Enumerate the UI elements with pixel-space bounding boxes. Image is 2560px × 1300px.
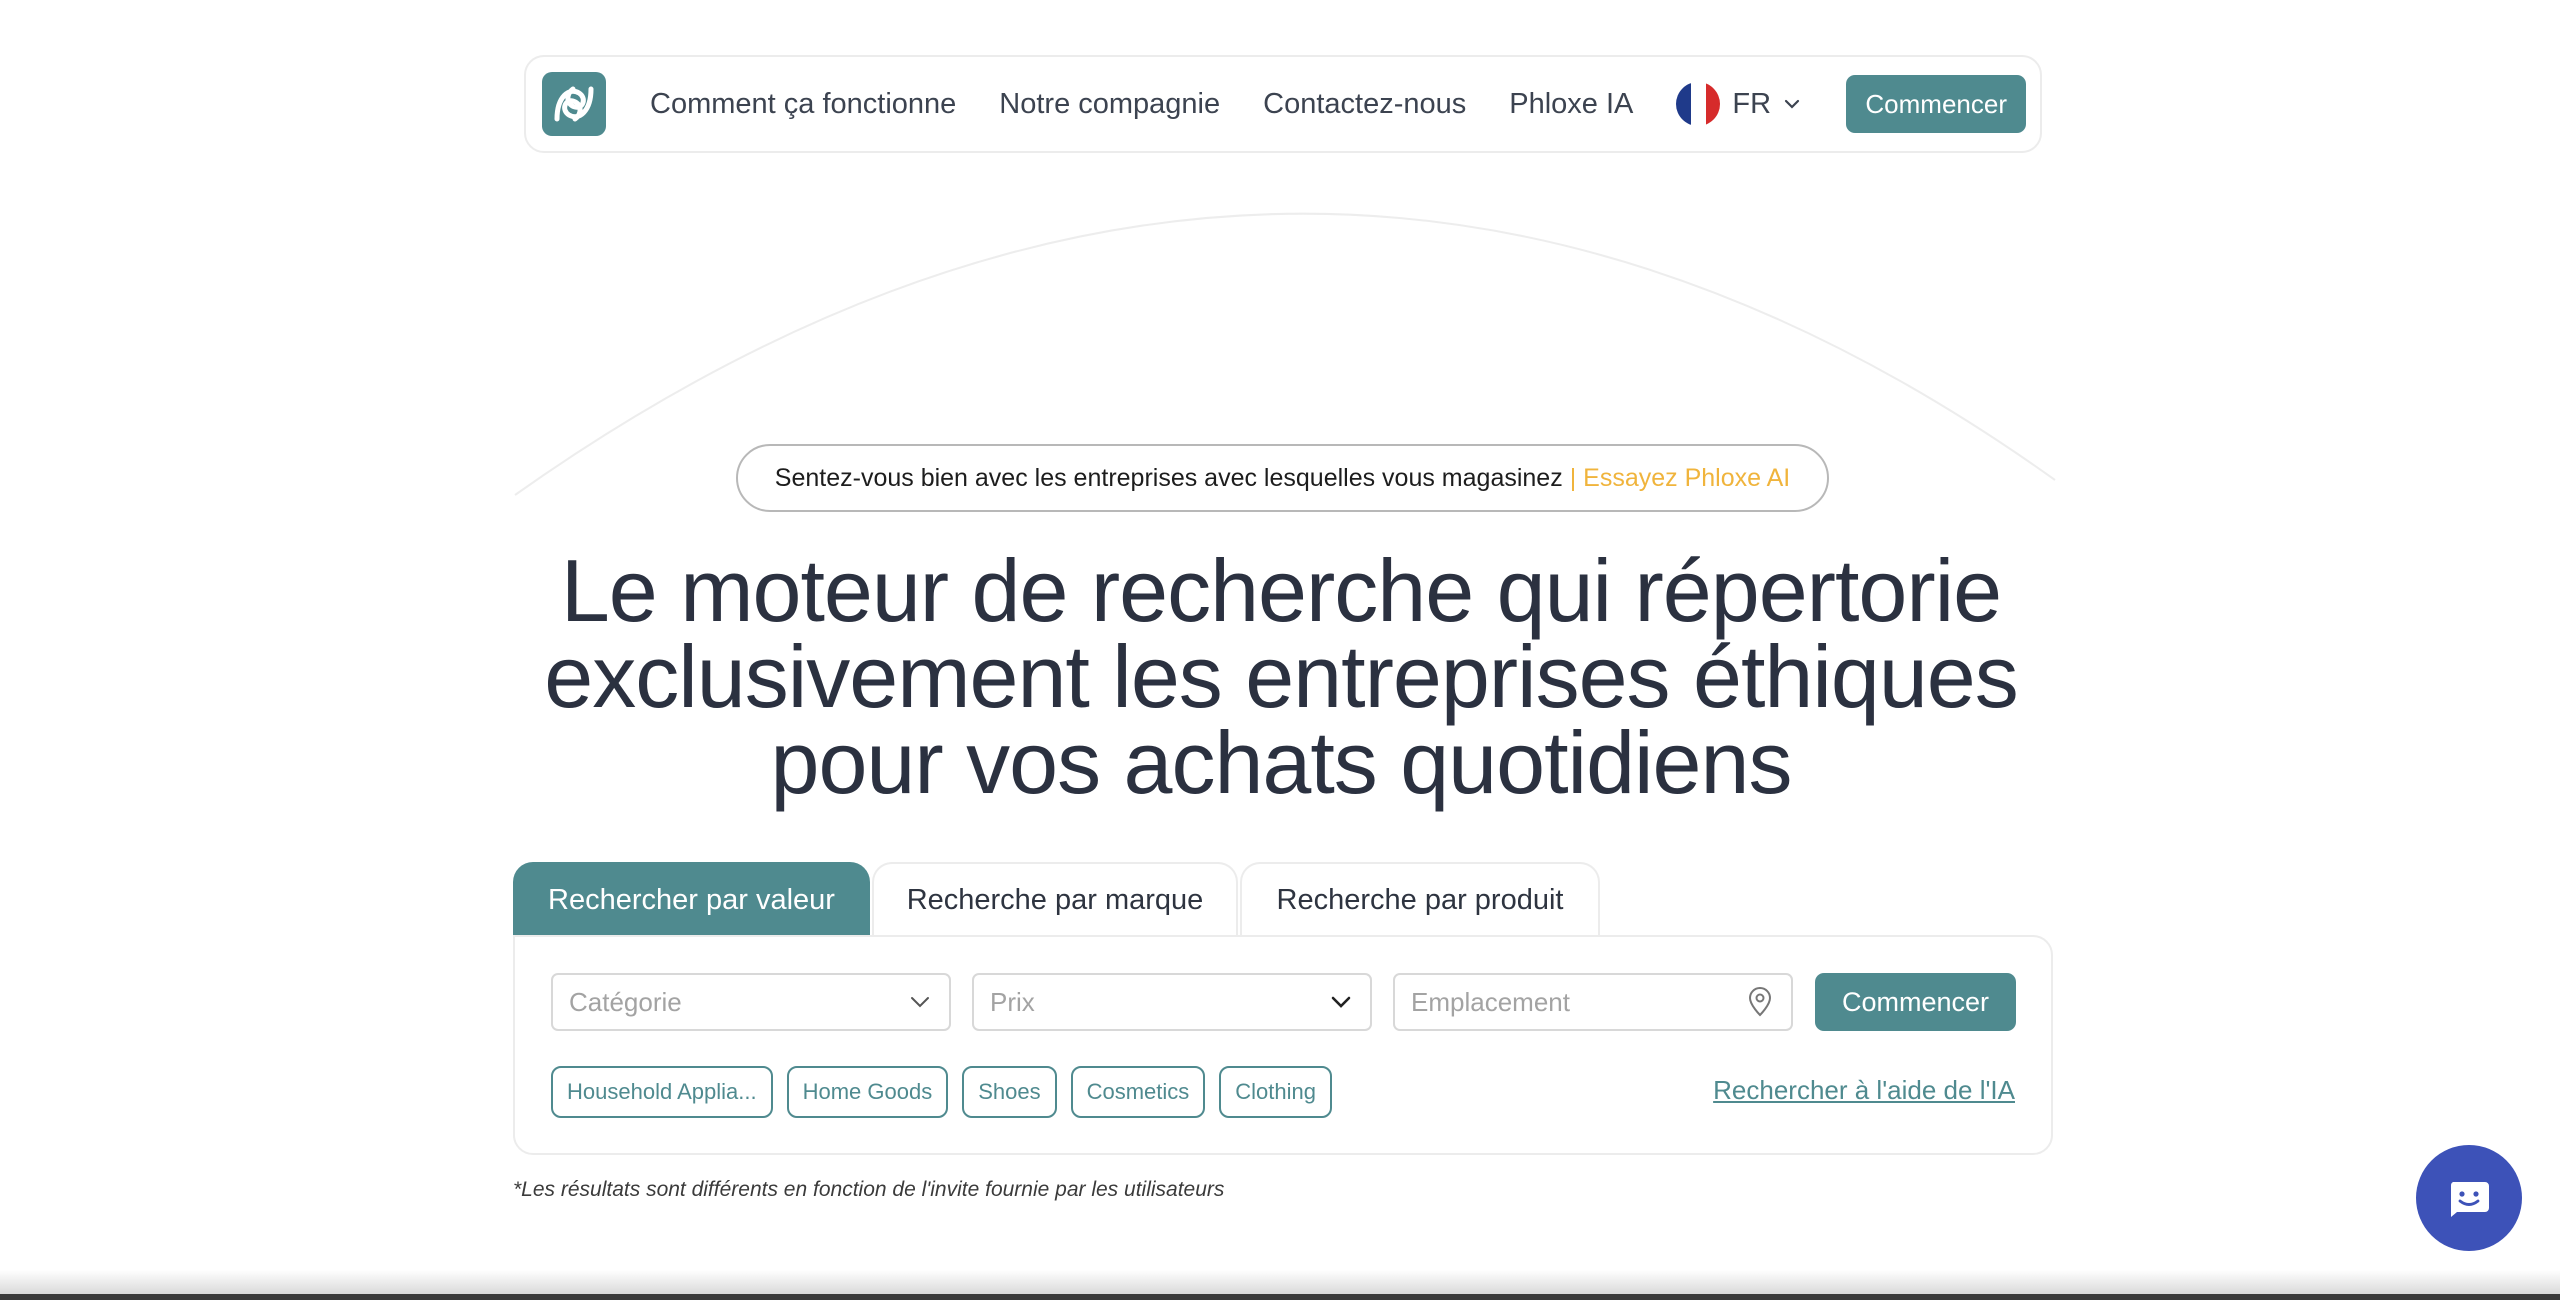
nav-link-how-it-works[interactable]: Comment ça fonctionne — [650, 88, 956, 121]
headline-line-1: Le moteur de recherche qui répertorie — [560, 541, 2002, 640]
chip-clothing[interactable]: Clothing — [1219, 1066, 1332, 1118]
chip-home-goods[interactable]: Home Goods — [786, 1066, 949, 1118]
chevron-down-icon — [1331, 996, 1351, 1008]
nav-link-phloxe-ia[interactable]: Phloxe IA — [1509, 88, 1633, 121]
location-pin-icon — [1748, 987, 1772, 1017]
try-phloxe-ai-link[interactable]: | Essayez Phloxe AI — [1570, 464, 1791, 493]
search-start-button[interactable]: Commencer — [1815, 973, 2016, 1031]
france-flag-icon — [1676, 82, 1721, 126]
category-chips: Household Applia... Home Goods Shoes Cos… — [551, 1066, 1346, 1118]
location-input[interactable]: Emplacement — [1393, 973, 1793, 1031]
nav-link-contact[interactable]: Contactez-nous — [1263, 88, 1466, 121]
nav-link-company[interactable]: Notre compagnie — [999, 88, 1220, 121]
chip-household-appliances[interactable]: Household Applia... — [551, 1066, 773, 1118]
results-disclaimer: *Les résultats sont différents en foncti… — [513, 1178, 1225, 1201]
chevron-down-icon — [911, 997, 929, 1008]
nav-start-button[interactable]: Commencer — [1846, 75, 2026, 133]
ai-search-link[interactable]: Rechercher à l'aide de l'IA — [1713, 1075, 2015, 1106]
category-select[interactable]: Catégorie — [551, 973, 951, 1031]
search-tabs: Rechercher par valeur Recherche par marq… — [513, 862, 1602, 936]
price-placeholder: Prix — [990, 986, 1035, 1017]
tab-search-by-value[interactable]: Rechercher par valeur — [513, 862, 870, 936]
tab-search-by-product[interactable]: Recherche par produit — [1240, 862, 1600, 936]
chat-widget-button[interactable] — [2416, 1145, 2522, 1251]
window-bottom-edge — [0, 1294, 2560, 1300]
chevron-down-icon — [1784, 99, 1800, 109]
navbar: Comment ça fonctionne Notre compagnie Co… — [524, 55, 2042, 153]
headline-line-2: exclusivement les entreprises éthiques — [544, 627, 2018, 726]
promo-text: Sentez-vous bien avec les entreprises av… — [774, 463, 1563, 492]
phloxe-logo-icon[interactable] — [542, 72, 606, 136]
search-panel: Catégorie Prix Emplacement Commencer Hou… — [513, 935, 2053, 1155]
chat-smile-icon — [2450, 1182, 2489, 1217]
language-code: FR — [1732, 87, 1772, 120]
tab-search-by-brand[interactable]: Recherche par marque — [872, 862, 1238, 936]
page-title: Le moteur de recherche qui répertorie ex… — [460, 547, 2102, 807]
category-placeholder: Catégorie — [569, 986, 682, 1017]
headline-line-3: pour vos achats quotidiens — [770, 713, 1793, 812]
language-selector[interactable]: FR — [1676, 82, 1801, 126]
price-select[interactable]: Prix — [972, 973, 1372, 1031]
location-placeholder: Emplacement — [1411, 986, 1570, 1017]
chip-shoes[interactable]: Shoes — [962, 1066, 1057, 1118]
chip-cosmetics[interactable]: Cosmetics — [1070, 1066, 1206, 1118]
promo-pill: Sentez-vous bien avec les entreprises av… — [736, 444, 1829, 512]
nav-links: Comment ça fonctionne Notre compagnie Co… — [650, 82, 1801, 126]
